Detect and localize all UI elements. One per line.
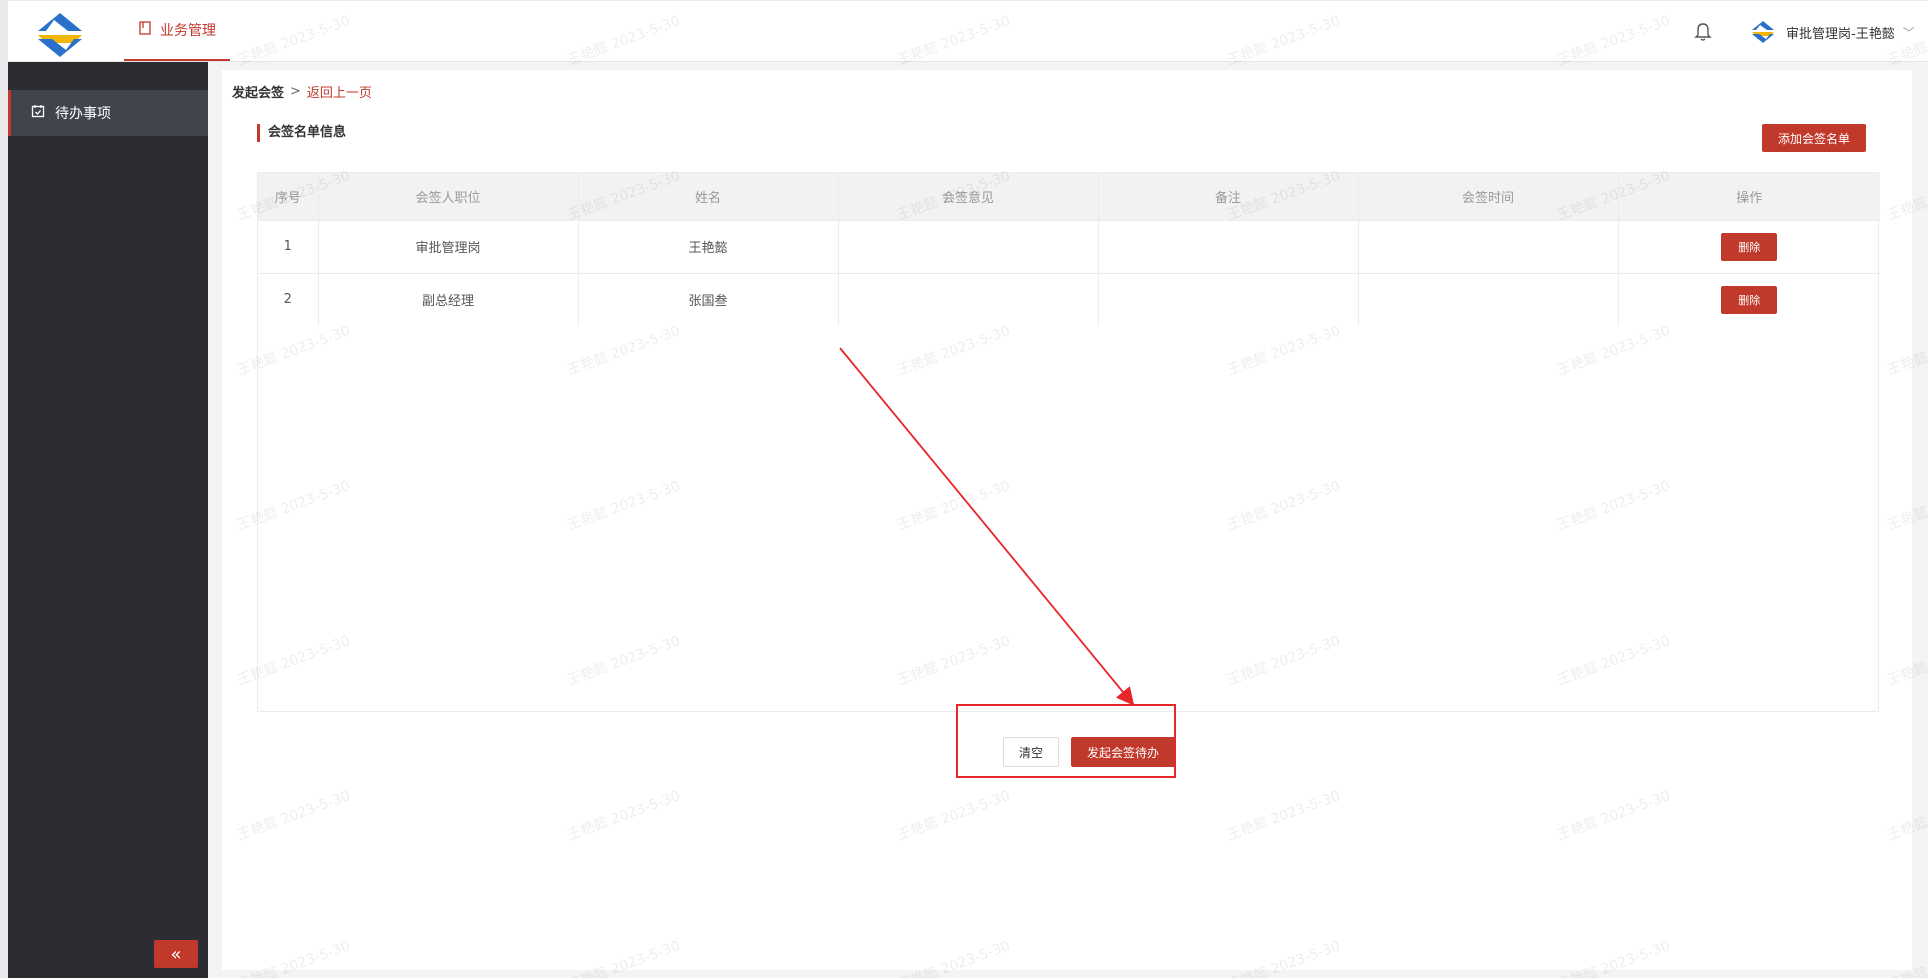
cell-action: 删除 (1618, 272, 1880, 326)
cell-action: 删除 (1618, 219, 1880, 273)
column-header: 会签意见 (838, 173, 1099, 220)
chevron-down-icon: ﹀ (1902, 25, 1915, 40)
add-countersign-list-button[interactable]: 添加会签名单 (1762, 124, 1866, 152)
double-chevron-left-icon: « (170, 943, 182, 965)
cell-time (1358, 272, 1619, 326)
nav-tab-business-management[interactable]: 业务管理 (124, 1, 230, 61)
table-header-row: 序号 会签人职位 姓名 会签意见 备注 会签时间 操作 (258, 173, 1880, 220)
book-icon (138, 21, 152, 39)
cell-opinion (838, 219, 1099, 273)
countersign-table: 序号 会签人职位 姓名 会签意见 备注 会签时间 操作 1 审批管理岗 王艳懿 (257, 172, 1880, 712)
top-header: 业务管理 审批管理岗-王艳懿 ﹀ (8, 0, 1928, 62)
sidebar-item-todo[interactable]: 待办事项 (8, 90, 208, 136)
form-actions: 清空 发起会签待办 (982, 724, 1196, 780)
cell-position: 副总经理 (318, 272, 579, 326)
cell-name: 王艳懿 (578, 219, 839, 273)
sidebar: 待办事项 « (8, 62, 208, 978)
cell-remark (1098, 272, 1359, 326)
breadcrumb-separator: > (290, 84, 301, 99)
cell-index: 1 (258, 219, 319, 273)
breadcrumb: 发起会签 > 返回上一页 (232, 82, 372, 101)
window-edge (0, 0, 8, 978)
collapse-sidebar-button[interactable]: « (154, 940, 198, 968)
delete-button[interactable]: 删除 (1721, 285, 1778, 314)
sidebar-item-label: 待办事项 (55, 106, 111, 122)
avatar (1748, 20, 1778, 44)
user-label: 审批管理岗-王艳懿 (1786, 26, 1895, 42)
bell-icon[interactable] (1692, 21, 1714, 43)
column-header: 会签人职位 (318, 173, 579, 220)
cell-opinion (838, 272, 1099, 326)
cell-index: 2 (258, 272, 319, 326)
user-menu[interactable]: 审批管理岗-王艳懿 ﹀ (1748, 19, 1915, 45)
table-row: 1 审批管理岗 王艳懿 删除 (258, 219, 1880, 273)
cell-name: 张国叁 (578, 272, 839, 326)
column-header: 备注 (1098, 173, 1359, 220)
section-title: 会签名单信息 (257, 124, 346, 142)
clear-button[interactable]: 清空 (1003, 737, 1059, 767)
cell-position: 审批管理岗 (318, 219, 579, 273)
main-content: 发起会签 > 返回上一页 会签名单信息 添加会签名单 序号 会签人职位 姓名 会… (222, 70, 1912, 970)
delete-button[interactable]: 删除 (1721, 232, 1778, 261)
cell-remark (1098, 219, 1359, 273)
column-header: 操作 (1618, 173, 1880, 220)
app-logo (30, 11, 90, 59)
breadcrumb-current: 发起会签 (232, 86, 285, 101)
cell-time (1358, 219, 1619, 273)
column-header: 序号 (258, 173, 319, 220)
column-header: 姓名 (578, 173, 839, 220)
table-row: 2 副总经理 张国叁 删除 (258, 272, 1880, 326)
nav-tab-label: 业务管理 (160, 23, 216, 39)
calendar-check-icon (31, 104, 45, 122)
column-header: 会签时间 (1358, 173, 1619, 220)
back-link[interactable]: 返回上一页 (307, 82, 372, 101)
submit-countersign-button[interactable]: 发起会签待办 (1071, 737, 1175, 767)
